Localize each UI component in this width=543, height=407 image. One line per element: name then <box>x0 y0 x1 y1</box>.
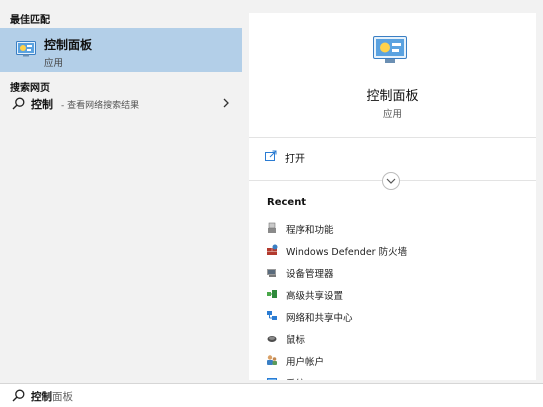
search-icon <box>12 389 25 402</box>
recent-item-system[interactable]: 系统 <box>249 373 536 380</box>
windows-search-window: 最佳匹配 控制面板 应用 搜索网页 控制 - 查看网络搜索结果 控制面板 应用 … <box>0 0 543 407</box>
recent-item-label: 设备管理器 <box>286 269 334 280</box>
recent-item-label: 用户帐户 <box>286 357 325 368</box>
user-accounts-icon <box>267 355 277 365</box>
search-box[interactable]: 控制面板 <box>0 383 543 407</box>
web-search-query: 控制 <box>31 98 53 111</box>
recent-item-device-manager[interactable]: 设备管理器 <box>249 263 536 283</box>
best-match-subtitle: 应用 <box>44 58 64 69</box>
preview-pane: 控制面板 应用 打开 Recent 程序和功能 Windows Defender… <box>249 13 536 380</box>
recent-item-label: 高级共享设置 <box>286 291 344 302</box>
mouse-icon <box>267 336 277 342</box>
chevron-down-icon <box>386 178 396 184</box>
web-search-hint: - 查看网络搜索结果 <box>61 101 140 111</box>
web-search-result[interactable]: 控制 - 查看网络搜索结果 <box>0 92 242 116</box>
recent-item-firewall[interactable]: Windows Defender 防火墙 <box>249 241 536 261</box>
open-action[interactable]: 打开 <box>249 146 536 168</box>
search-typed-text: 控制 <box>31 391 52 403</box>
preview-title: 控制面板 <box>366 89 419 104</box>
recent-item-label: 系统 <box>286 376 305 380</box>
recent-heading: Recent <box>267 197 307 208</box>
firewall-icon <box>267 244 278 255</box>
recent-item-label: Windows Defender 防火墙 <box>286 247 408 258</box>
recent-item-label: 程序和功能 <box>286 225 334 236</box>
best-match-heading: 最佳匹配 <box>10 15 50 26</box>
recent-item-label: 网络和共享中心 <box>286 313 353 324</box>
network-sharing-icon <box>267 311 277 320</box>
search-icon <box>12 97 25 110</box>
open-window-icon <box>265 150 277 161</box>
search-autocomplete-text: 面板 <box>52 391 73 403</box>
recent-item-advanced-sharing[interactable]: 高级共享设置 <box>249 285 536 305</box>
chevron-right-icon[interactable] <box>221 96 231 110</box>
recent-item-user-accounts[interactable]: 用户帐户 <box>249 351 536 371</box>
control-panel-icon <box>373 36 407 63</box>
divider <box>249 137 536 138</box>
search-input[interactable]: 控制面板 <box>31 389 73 404</box>
system-icon <box>267 378 277 380</box>
device-manager-icon <box>267 269 276 277</box>
control-panel-icon <box>16 41 36 57</box>
recent-item-mouse[interactable]: 鼠标 <box>249 329 536 349</box>
open-action-label: 打开 <box>285 154 305 165</box>
search-results-pane: 最佳匹配 控制面板 应用 搜索网页 控制 - 查看网络搜索结果 <box>0 0 242 380</box>
advanced-sharing-icon <box>267 290 277 298</box>
recent-item-network-sharing[interactable]: 网络和共享中心 <box>249 307 536 327</box>
best-match-title: 控制面板 <box>44 38 93 52</box>
recent-item-programs-features[interactable]: 程序和功能 <box>249 219 536 239</box>
expand-button[interactable] <box>382 172 400 190</box>
best-match-result-control-panel[interactable]: 控制面板 应用 <box>0 28 242 72</box>
programs-features-icon <box>268 222 276 233</box>
preview-subtitle: 应用 <box>382 109 402 120</box>
recent-item-label: 鼠标 <box>286 335 306 346</box>
